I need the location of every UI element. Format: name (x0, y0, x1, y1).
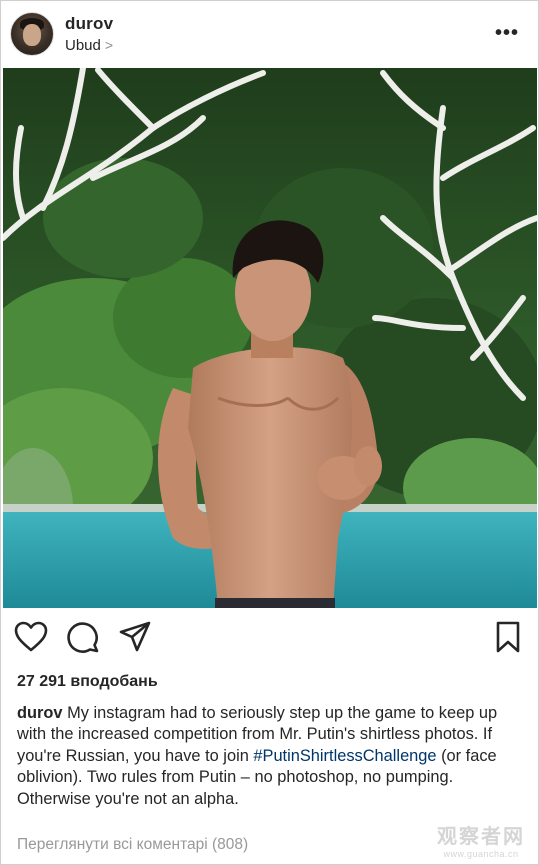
post-photo[interactable] (3, 68, 537, 608)
bookmark-icon[interactable] (491, 620, 525, 654)
hashtag-link[interactable]: #PutinShirtlessChallenge (253, 747, 436, 765)
avatar[interactable] (10, 12, 54, 56)
watermark-line1: 观察者网 (437, 826, 525, 848)
post-username[interactable]: durov (65, 14, 113, 34)
location-label: Ubud (65, 37, 101, 54)
chevron-right-icon: > (104, 37, 114, 53)
share-icon[interactable] (118, 620, 152, 654)
view-all-comments-link[interactable]: Переглянути всі коментарі (808) (17, 836, 248, 854)
watermark-logo: 观察者网 www.guancha.cn (437, 820, 525, 859)
like-count[interactable]: 27 291 вподобань (17, 673, 158, 691)
post-header: durov Ubud > ••• (0, 0, 539, 68)
post-location[interactable]: Ubud > (65, 37, 113, 54)
more-dots-icon[interactable]: ••• (495, 22, 519, 45)
action-bar (0, 620, 539, 664)
heart-icon[interactable] (14, 620, 48, 654)
caption-username[interactable]: durov (17, 704, 63, 722)
comment-icon[interactable] (66, 620, 100, 654)
watermark-line2: www.guancha.cn (443, 849, 519, 859)
post-caption: durov My instagram had to seriously step… (17, 703, 527, 810)
